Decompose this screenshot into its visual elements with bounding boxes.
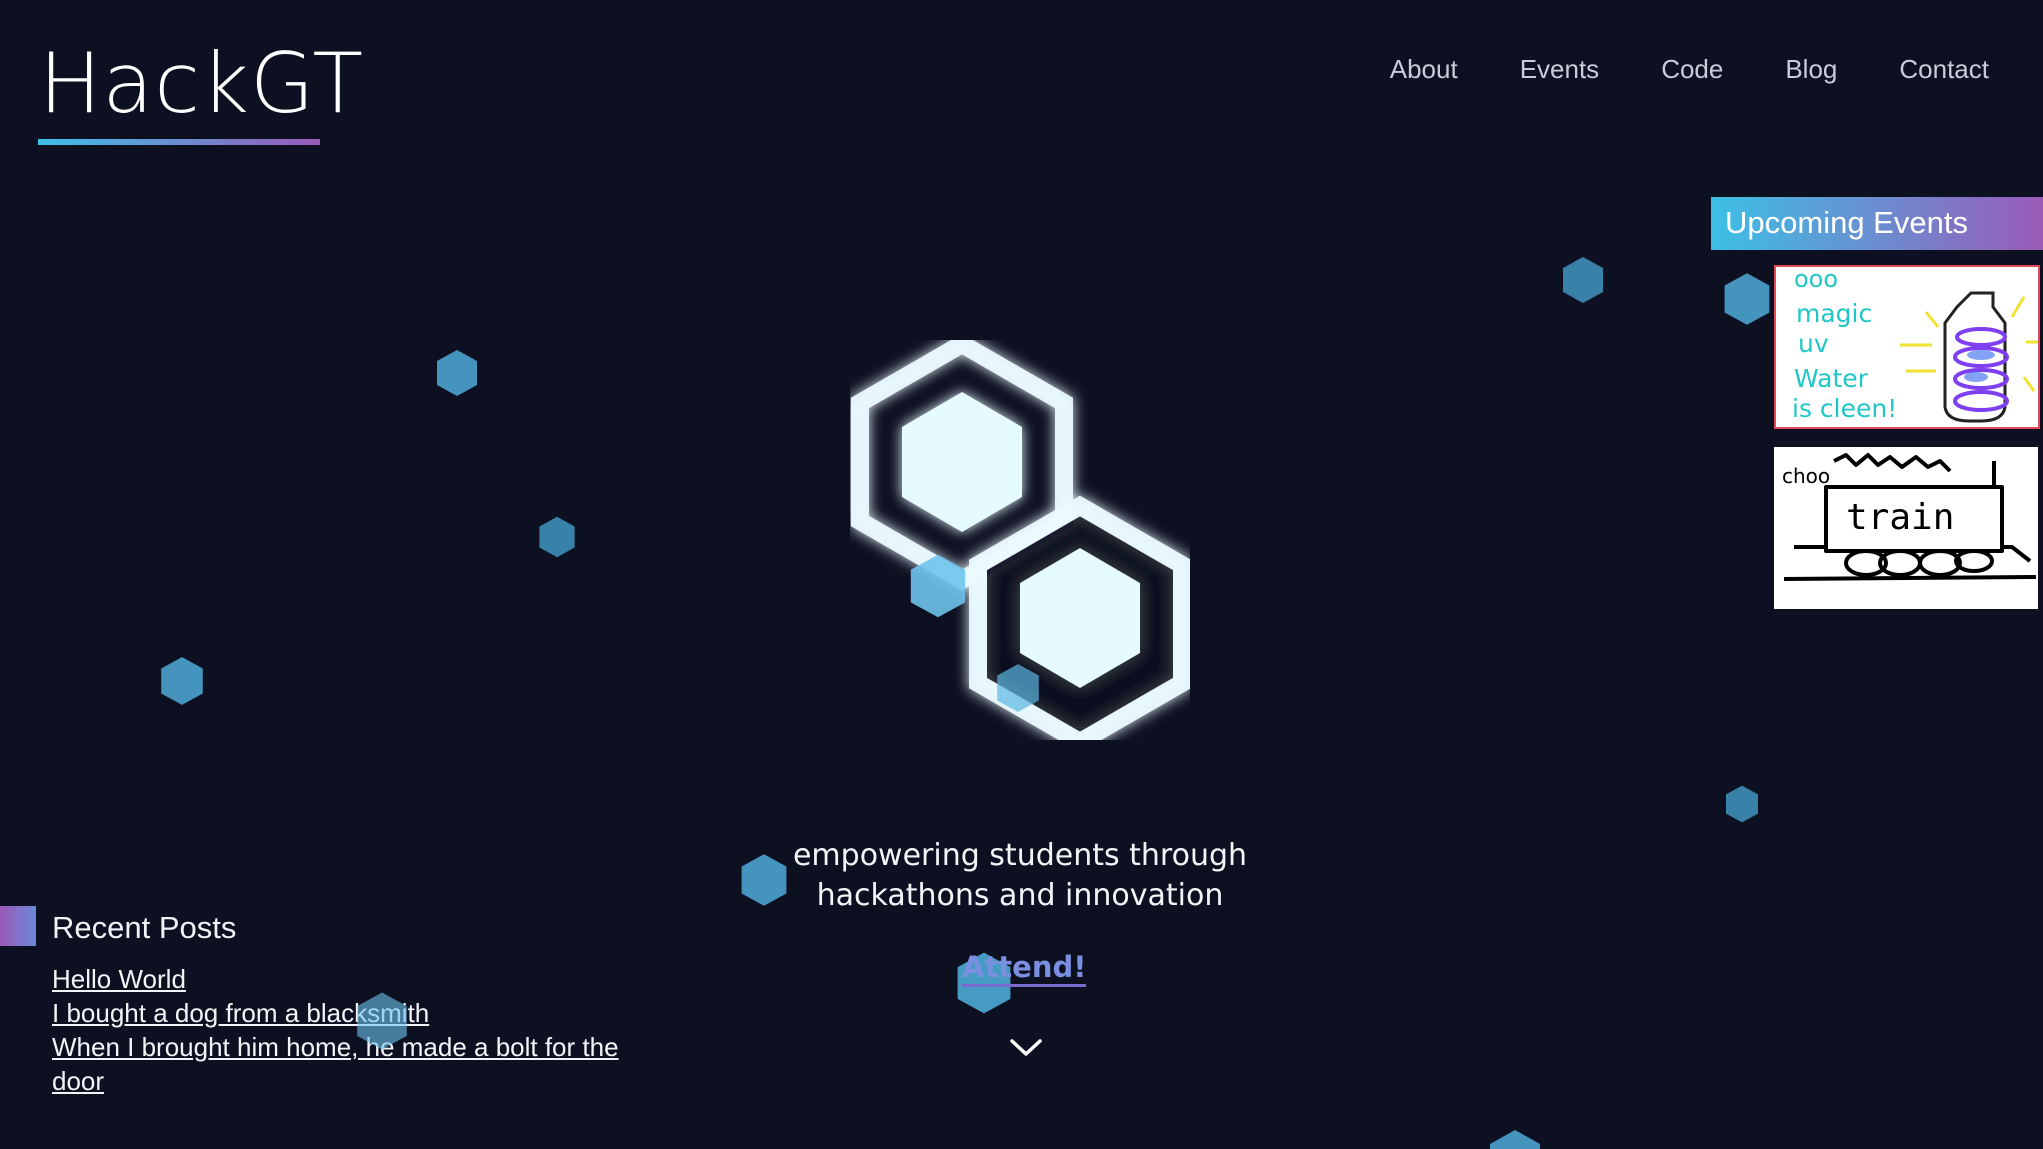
nav-code[interactable]: Code [1661,54,1723,85]
hex-particle [1719,271,1775,327]
event-card-uv-water[interactable]: ooo magic uv Water is cleen! [1774,265,2040,429]
hex-particle [904,552,972,620]
nav-events[interactable]: Events [1520,54,1600,85]
event-image-text: magic [1796,299,1872,328]
event-image-text: Water [1794,364,1869,393]
logo-underline [38,139,320,145]
event-card-train[interactable]: choo train [1774,447,2038,609]
tagline-line-1: empowering students through [792,838,1248,873]
event-image-text: choo [1782,464,1830,488]
main-nav: About Events Code Blog Contact [1390,54,1989,85]
event-image-text: train [1846,497,1954,538]
upcoming-events-header: Upcoming Events [1711,197,2043,250]
nav-contact[interactable]: Contact [1899,54,1989,85]
event-image-text: uv [1798,329,1829,358]
chevron-down-icon[interactable] [1007,1036,1045,1064]
event-image-text: is cleen! [1792,394,1897,423]
hex-particle [1558,255,1608,305]
upcoming-events-title: Upcoming Events [1725,205,1968,240]
event-image-text: ooo [1794,267,1838,293]
attend-button[interactable]: Attend! [962,950,1087,987]
hex-particle [1722,783,1762,825]
nav-about[interactable]: About [1390,54,1458,85]
event-image-uv-water: ooo magic uv Water is cleen! [1792,267,2038,423]
hex-particle [350,990,414,1052]
recent-posts-title: Recent Posts [52,910,237,945]
hero-tagline: empowering students through hackathons a… [760,836,1280,916]
event-image-train: choo train [1782,453,2037,581]
hex-particle [432,348,482,398]
site-logo[interactable]: HackGT [39,42,364,125]
hex-particle [156,654,208,708]
tagline-line-2: hackathons and innovation [816,878,1224,913]
hex-particle [1485,1128,1545,1149]
hex-particle [535,515,579,559]
nav-blog[interactable]: Blog [1785,54,1837,85]
recent-posts-accent [0,906,36,946]
hex-particle [990,662,1046,714]
